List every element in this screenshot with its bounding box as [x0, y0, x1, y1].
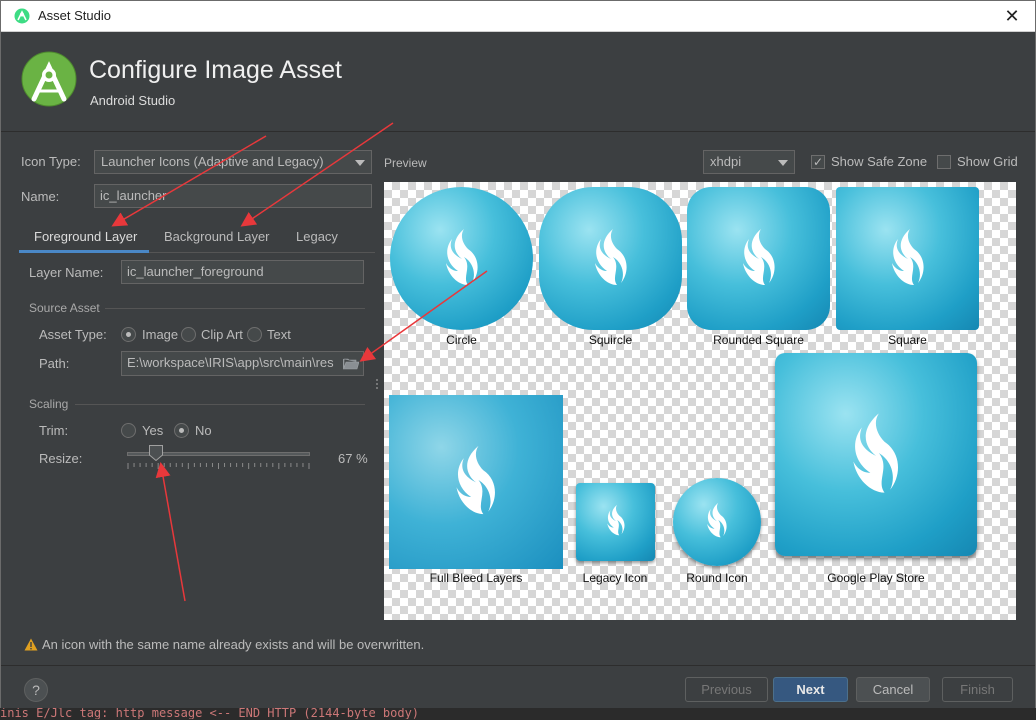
- warning-message: An icon with the same name already exist…: [42, 637, 425, 652]
- flame-logo-icon: [738, 226, 778, 290]
- flame-logo-icon: [452, 443, 501, 520]
- show-grid-label[interactable]: Show Grid: [957, 154, 1018, 169]
- annotation-arrow: [155, 462, 186, 602]
- round-icon-preview: [673, 478, 761, 566]
- icon-type-value: Launcher Icons (Adaptive and Legacy): [101, 154, 324, 169]
- help-button[interactable]: ?: [24, 678, 48, 702]
- tab-legacy[interactable]: Legacy: [296, 229, 338, 244]
- section-divider: [105, 308, 365, 309]
- asset-type-text-radio[interactable]: [247, 327, 262, 342]
- rounded-square-caption: Rounded Square: [713, 333, 804, 347]
- icon-type-label: Icon Type:: [21, 154, 81, 169]
- flame-logo-icon: [590, 226, 630, 290]
- asset-type-text-label[interactable]: Text: [267, 327, 291, 342]
- path-input[interactable]: E:\workspace\IRIS\app\src\main\res: [121, 351, 364, 376]
- layer-name-label: Layer Name:: [29, 265, 104, 280]
- asset-type-image-label[interactable]: Image: [142, 327, 178, 342]
- legacy-icon-preview: [576, 483, 655, 561]
- full-bleed-layers-preview: [389, 395, 563, 569]
- chevron-down-icon: [778, 160, 788, 166]
- legacy-caption: Legacy Icon: [582, 571, 648, 585]
- squircle-caption: Squircle: [588, 333, 633, 347]
- squircle-icon-preview: [539, 187, 682, 330]
- resize-slider-ticks: [127, 463, 310, 469]
- tab-selection-indicator: [19, 250, 149, 253]
- page-subtitle: Android Studio: [90, 93, 176, 108]
- tab-background-layer[interactable]: Background Layer: [164, 229, 270, 244]
- square-caption: Square: [888, 333, 927, 347]
- preview-panel: Circle Squircle Rounded Square Square Fu…: [384, 182, 1016, 620]
- asset-type-clip-art-label[interactable]: Clip Art: [201, 327, 243, 342]
- android-studio-logo-icon: [21, 51, 77, 107]
- resize-label: Resize:: [39, 451, 83, 466]
- circle-icon-preview: [390, 187, 533, 330]
- flame-logo-icon: [605, 504, 627, 541]
- android-studio-small-icon: [14, 8, 30, 24]
- folder-icon[interactable]: [343, 357, 359, 370]
- layer-name-input[interactable]: ic_launcher_foreground: [121, 260, 364, 284]
- trim-no-label[interactable]: No: [195, 423, 212, 438]
- flame-logo-icon: [848, 410, 905, 499]
- flame-logo-icon: [705, 502, 730, 543]
- flame-logo-icon: [887, 226, 927, 290]
- chevron-down-icon: [355, 160, 365, 166]
- trim-no-radio[interactable]: [174, 423, 189, 438]
- flame-logo-icon: [441, 226, 481, 290]
- name-label: Name:: [21, 189, 60, 204]
- warning-icon: [24, 638, 38, 651]
- circle-caption: Circle: [446, 333, 477, 347]
- show-safe-zone-label[interactable]: Show Safe Zone: [831, 154, 927, 169]
- full-bleed-caption: Full Bleed Layers: [429, 571, 523, 585]
- name-input[interactable]: ic_launcher: [94, 184, 372, 208]
- title-bar: Asset Studio ✕: [1, 1, 1035, 32]
- tab-foreground-layer[interactable]: Foreground Layer: [34, 229, 137, 244]
- scaling-section-title: Scaling: [29, 397, 69, 411]
- splitter-handle[interactable]: [375, 378, 379, 392]
- footer-divider: [1, 665, 1035, 666]
- density-value: xhdpi: [710, 154, 742, 169]
- close-icon[interactable]: ✕: [989, 1, 1035, 32]
- show-safe-zone-checkbox[interactable]: ✓: [811, 155, 825, 169]
- trim-yes-label[interactable]: Yes: [142, 423, 163, 438]
- resize-value: 67 %: [338, 451, 368, 466]
- page-title: Configure Image Asset: [89, 56, 342, 84]
- asset-type-image-radio[interactable]: [121, 327, 136, 342]
- cancel-button[interactable]: Cancel: [856, 677, 930, 702]
- square-icon-preview: [836, 187, 979, 330]
- density-select[interactable]: xhdpi: [703, 150, 795, 174]
- source-asset-section-title: Source Asset: [29, 301, 100, 315]
- window-title: Asset Studio: [38, 8, 111, 23]
- icon-type-select[interactable]: Launcher Icons (Adaptive and Legacy): [94, 150, 372, 174]
- wizard-header: Configure Image Asset Android Studio: [1, 32, 1035, 132]
- asset-type-clip-art-radio[interactable]: [181, 327, 196, 342]
- previous-button[interactable]: Previous: [685, 677, 768, 702]
- finish-button[interactable]: Finish: [942, 677, 1013, 702]
- round-caption: Round Icon: [686, 571, 748, 585]
- show-grid-checkbox[interactable]: [937, 155, 951, 169]
- resize-slider-thumb[interactable]: [148, 445, 163, 461]
- path-label: Path:: [39, 356, 70, 371]
- annotation-arrow: [240, 122, 394, 227]
- google-play-store-preview: [775, 353, 977, 556]
- rounded-square-icon-preview: [687, 187, 830, 330]
- asset-type-label: Asset Type:: [39, 327, 107, 342]
- play-store-caption: Google Play Store: [827, 571, 925, 585]
- background-log-line: inis E/Jlc tag: http message <-- END HTT…: [0, 708, 1036, 719]
- trim-label: Trim:: [39, 423, 69, 438]
- next-button[interactable]: Next: [773, 677, 848, 702]
- asset-studio-window: Asset Studio ✕ Configure Image Asset And…: [0, 0, 1036, 719]
- preview-label: Preview: [384, 156, 427, 170]
- trim-yes-radio[interactable]: [121, 423, 136, 438]
- section-divider: [75, 404, 365, 405]
- path-value: E:\workspace\IRIS\app\src\main\res: [127, 355, 334, 370]
